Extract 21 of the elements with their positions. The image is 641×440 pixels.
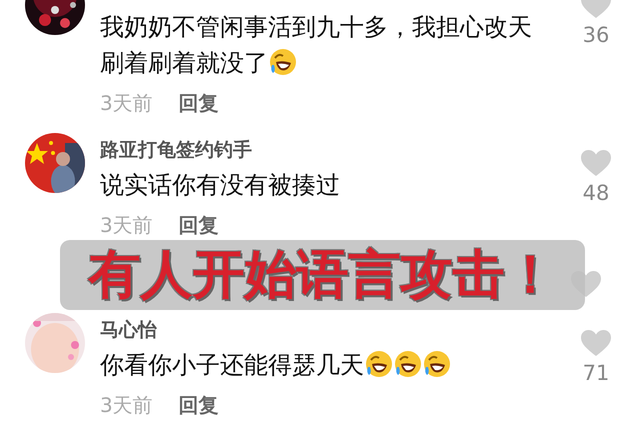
laughing-face-icon xyxy=(269,48,297,76)
comment-text: 你看你小子还能得瑟几天 xyxy=(100,347,451,383)
like-count: 36 xyxy=(582,22,610,49)
caption-banner: 有人开始语言攻击！ xyxy=(60,240,585,310)
timestamp: 3天前 xyxy=(100,90,153,117)
reply-link[interactable]: 回复 xyxy=(178,390,219,420)
comment-text: 说实话你有没有被揍过 xyxy=(100,170,340,201)
username[interactable]: 马心怡 xyxy=(100,313,157,347)
timestamp: 3天前 xyxy=(100,392,153,419)
reply-link[interactable]: 回复 xyxy=(178,210,219,240)
laughing-face-icon xyxy=(394,350,422,378)
like-count: 48 xyxy=(582,180,610,207)
comment-text: 我奶奶不管闲事活到九十多，我担心改天 刷着刷着就没了 xyxy=(100,12,532,79)
laughing-face-icon xyxy=(423,350,451,378)
heart-icon[interactable] xyxy=(581,150,611,176)
heart-icon[interactable] xyxy=(581,330,611,356)
reply-link[interactable]: 回复 xyxy=(178,88,219,118)
username[interactable]: 路亚打龟签约钓手 xyxy=(100,133,252,167)
timestamp: 3天前 xyxy=(100,212,153,239)
like-count: 71 xyxy=(582,360,610,387)
laughing-face-icon xyxy=(365,350,393,378)
